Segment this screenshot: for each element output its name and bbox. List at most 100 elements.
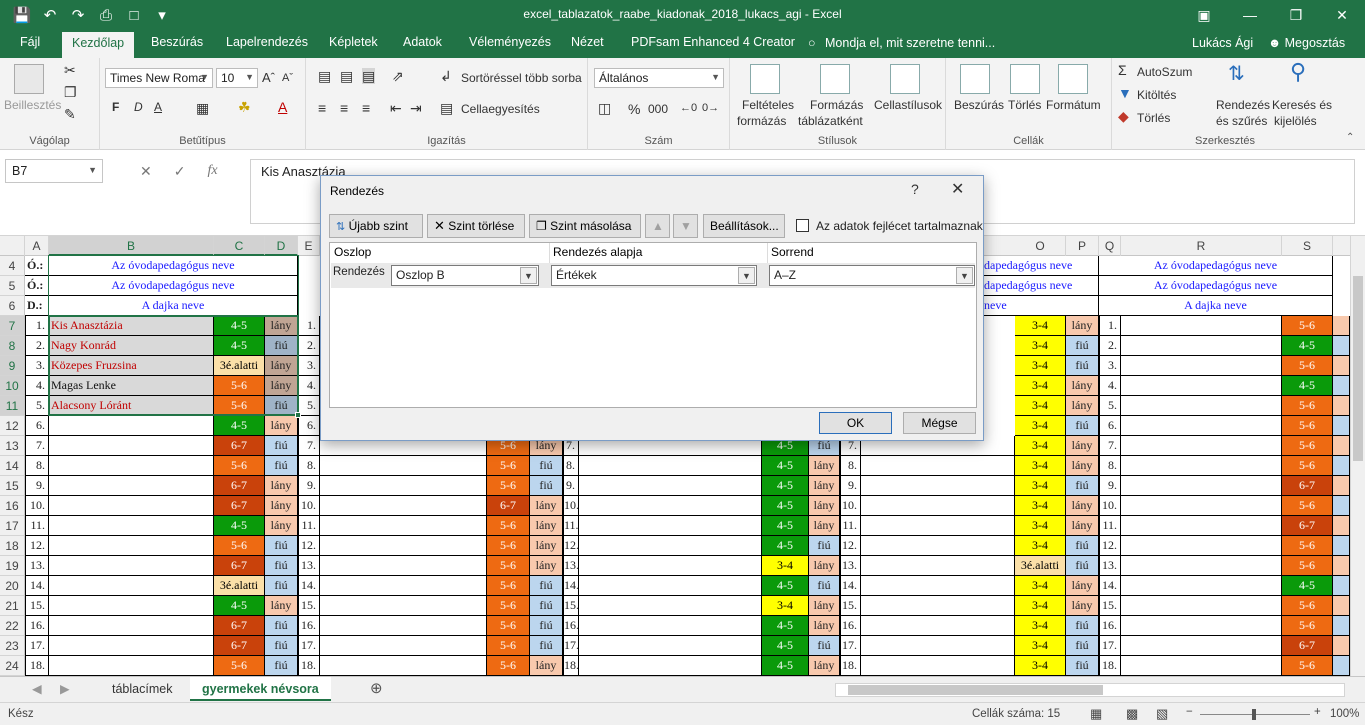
empty-cell[interactable]: [861, 556, 1015, 576]
delete-cells-icon[interactable]: [1010, 64, 1040, 94]
row-number[interactable]: 9.: [1099, 476, 1121, 496]
column-header-r[interactable]: R: [1121, 236, 1282, 256]
empty-cell[interactable]: [579, 476, 762, 496]
gender-partial[interactable]: [1333, 396, 1350, 416]
gender[interactable]: lány: [530, 516, 563, 536]
gender[interactable]: fiú: [1066, 656, 1099, 676]
gender-partial[interactable]: [1333, 436, 1350, 456]
age-group[interactable]: 3-4: [1015, 416, 1066, 436]
row-header-10[interactable]: 10: [0, 376, 25, 396]
empty-cell[interactable]: [861, 636, 1015, 656]
gender-partial[interactable]: [1333, 516, 1350, 536]
underline-button[interactable]: A: [154, 100, 162, 114]
row-number[interactable]: 18.: [298, 656, 320, 676]
fill-color-icon[interactable]: ☘: [238, 99, 251, 115]
row-number[interactable]: 12.: [563, 536, 579, 556]
close-icon[interactable]: ✕: [1319, 0, 1365, 30]
age-group[interactable]: 4-5: [1282, 376, 1333, 396]
row-header-8[interactable]: 8: [0, 336, 25, 356]
age-group[interactable]: 3é.alatti: [214, 356, 265, 376]
row-label[interactable]: D.:: [25, 296, 49, 316]
age-group[interactable]: 6-7: [214, 616, 265, 636]
row-number[interactable]: 9.: [840, 476, 861, 496]
collapse-ribbon-icon[interactable]: ⌃: [1346, 130, 1354, 146]
child-name[interactable]: [49, 616, 214, 636]
age-group[interactable]: 4-5: [762, 516, 809, 536]
age-group[interactable]: 5-6: [487, 536, 530, 556]
row-number[interactable]: 10.: [25, 496, 49, 516]
age-group[interactable]: 5-6: [214, 456, 265, 476]
age-group[interactable]: 5-6: [487, 456, 530, 476]
empty-cell[interactable]: [579, 536, 762, 556]
gender[interactable]: lány: [1066, 516, 1099, 536]
gender[interactable]: lány: [265, 356, 298, 376]
gender[interactable]: lány: [1066, 596, 1099, 616]
gender[interactable]: lány: [1066, 316, 1099, 336]
row-number[interactable]: 15.: [298, 596, 320, 616]
header-cell[interactable]: A dajka neve: [1099, 296, 1333, 316]
italic-button[interactable]: D: [134, 100, 143, 114]
headers-checkbox[interactable]: [796, 219, 809, 232]
row-number[interactable]: 10.: [840, 496, 861, 516]
age-group[interactable]: 3-4: [1015, 636, 1066, 656]
gender[interactable]: fiú: [265, 396, 298, 416]
empty-cell[interactable]: [1121, 356, 1282, 376]
row-number[interactable]: 11.: [563, 516, 579, 536]
wrap-text-button[interactable]: Sortöréssel több sorba: [461, 71, 582, 85]
page-break-view-icon[interactable]: ▧: [1156, 706, 1168, 722]
row-number[interactable]: 8.: [1099, 456, 1121, 476]
empty-cell[interactable]: [861, 596, 1015, 616]
age-group[interactable]: 4-5: [214, 596, 265, 616]
gender[interactable]: lány: [809, 556, 840, 576]
child-name[interactable]: [49, 416, 214, 436]
gender[interactable]: lány: [265, 316, 298, 336]
age-group[interactable]: 3-4: [1015, 376, 1066, 396]
age-group[interactable]: 6-7: [214, 496, 265, 516]
row-number[interactable]: 6.: [298, 416, 320, 436]
sort-column-select[interactable]: Oszlop B ▼: [391, 265, 539, 286]
gender[interactable]: fiú: [265, 536, 298, 556]
column-header-p[interactable]: P: [1066, 236, 1099, 256]
age-group[interactable]: 4-5: [762, 496, 809, 516]
copy-level-button[interactable]: ❐ Szint másolása: [529, 214, 641, 238]
find-select-button-line2[interactable]: kijelölés: [1274, 114, 1317, 128]
normal-view-icon[interactable]: ▦: [1090, 706, 1102, 722]
row-header-4[interactable]: 4: [0, 256, 25, 276]
tab-view[interactable]: Nézet: [571, 35, 604, 49]
gender[interactable]: lány: [265, 416, 298, 436]
row-header-9[interactable]: 9: [0, 356, 25, 376]
format-painter-icon[interactable]: ✎: [64, 106, 76, 122]
gender[interactable]: fiú: [809, 536, 840, 556]
tab-data[interactable]: Adatok: [403, 35, 442, 49]
row-number[interactable]: 5.: [25, 396, 49, 416]
autosum-button[interactable]: AutoSzum: [1137, 65, 1192, 79]
age-group[interactable]: 3-4: [1015, 336, 1066, 356]
conditional-format-button[interactable]: Feltételes: [742, 98, 794, 112]
gender[interactable]: lány: [809, 456, 840, 476]
column-header-o[interactable]: O: [1015, 236, 1066, 256]
row-number[interactable]: 1.: [1099, 316, 1121, 336]
age-group[interactable]: 5-6: [214, 656, 265, 676]
empty-cell[interactable]: [1121, 596, 1282, 616]
age-group[interactable]: 3-4: [1015, 456, 1066, 476]
empty-cell[interactable]: [579, 496, 762, 516]
gender[interactable]: fiú: [1066, 336, 1099, 356]
gender[interactable]: fiú: [809, 576, 840, 596]
thousands-button[interactable]: 000: [648, 102, 668, 116]
row-number[interactable]: 17.: [298, 636, 320, 656]
age-group[interactable]: 5-6: [487, 616, 530, 636]
column-header-e[interactable]: E: [298, 236, 320, 256]
gender[interactable]: lány: [530, 536, 563, 556]
child-name[interactable]: [49, 436, 214, 456]
empty-cell[interactable]: [320, 456, 487, 476]
align-top-icon[interactable]: ▤: [318, 68, 331, 84]
header-cell[interactable]: Az óvodapedagógus neve: [1099, 256, 1333, 276]
format-as-table-icon[interactable]: [820, 64, 850, 94]
column-header-s[interactable]: S: [1282, 236, 1333, 256]
row-number[interactable]: 14.: [1099, 576, 1121, 596]
decrease-indent-icon[interactable]: ⇤: [390, 100, 402, 116]
align-center-icon[interactable]: ≡: [340, 100, 348, 116]
row-number[interactable]: 14.: [25, 576, 49, 596]
confirm-entry-icon[interactable]: ✓: [174, 163, 186, 180]
age-group[interactable]: 5-6: [1282, 416, 1333, 436]
